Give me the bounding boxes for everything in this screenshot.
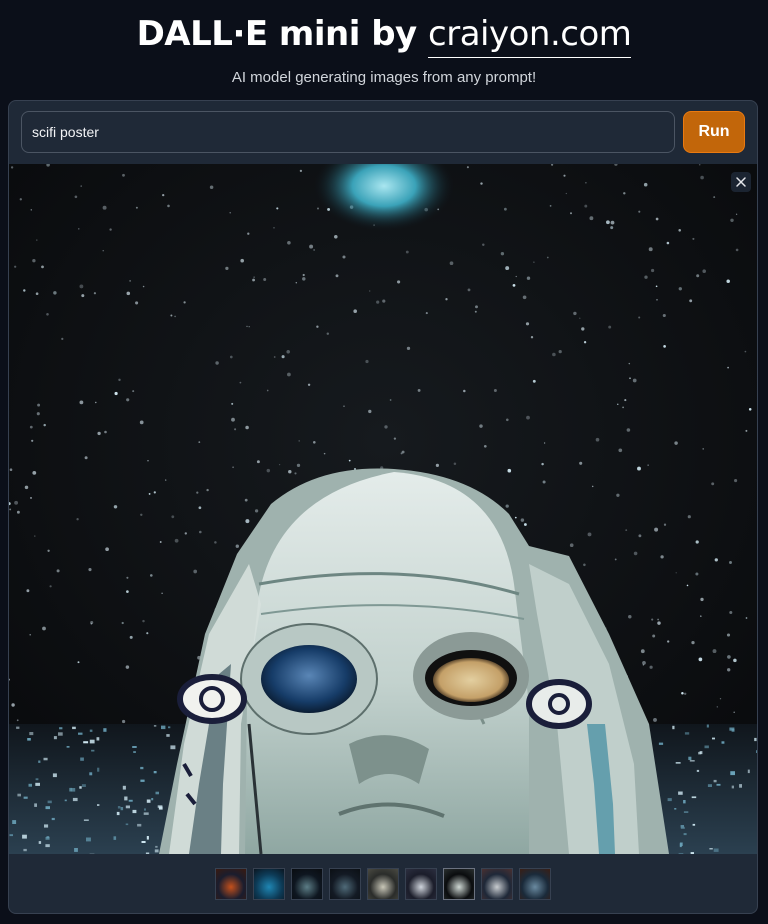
prompt-row: Run	[21, 111, 745, 155]
page-subtitle: AI model generating images from any prom…	[231, 69, 537, 86]
thumbnail-8[interactable]	[481, 868, 513, 900]
generated-image-view	[9, 164, 757, 854]
thumbnail-3[interactable]	[291, 868, 323, 900]
craiyon-link[interactable]: craiyon.com	[428, 14, 632, 58]
page-header: DALL·E mini by craiyon.com AI model gene…	[0, 0, 768, 88]
thumbnail-6[interactable]	[405, 868, 437, 900]
generated-image	[9, 164, 757, 854]
thumbnail-7[interactable]	[443, 868, 475, 900]
thumbnail-1[interactable]	[215, 868, 247, 900]
prompt-input[interactable]	[21, 111, 675, 153]
generator-panel: Run	[8, 100, 758, 914]
close-icon	[736, 177, 746, 187]
thumbnail-4[interactable]	[329, 868, 361, 900]
run-button[interactable]: Run	[683, 111, 745, 153]
thumbnail-9[interactable]	[519, 868, 551, 900]
thumbnail-5[interactable]	[367, 868, 399, 900]
title-text: DALL·E mini by	[136, 14, 418, 54]
thumbnail-strip	[9, 868, 757, 902]
page-title: DALL·E mini by craiyon.com	[0, 12, 768, 58]
close-image-button[interactable]	[731, 172, 751, 192]
thumbnail-2[interactable]	[253, 868, 285, 900]
